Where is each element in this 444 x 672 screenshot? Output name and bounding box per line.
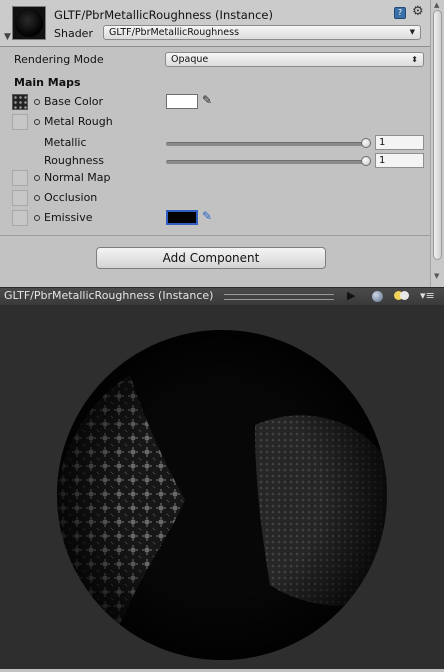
base-color-swatch[interactable]: [166, 94, 198, 109]
preview-sphere-icon[interactable]: [372, 291, 383, 302]
occlusion-texture-slot[interactable]: [12, 190, 28, 206]
preview-title: GLTF/PbrMetallicRoughness (Instance): [4, 289, 214, 302]
shader-label: Shader: [54, 27, 93, 40]
metallic-field[interactable]: 1: [375, 135, 424, 150]
rendering-mode-label: Rendering Mode: [14, 53, 104, 66]
normal-map-label: Normal Map: [44, 171, 111, 184]
shader-value: GLTF/PbrMetallicRoughness: [109, 27, 240, 38]
emissive-texture-slot[interactable]: [12, 210, 28, 226]
gear-icon[interactable]: ⚙: [412, 4, 424, 19]
play-icon[interactable]: ▶: [347, 289, 355, 302]
main-maps-header: Main Maps: [14, 76, 81, 89]
dropdown-arrow-icon: ▼: [409, 28, 415, 36]
occlusion-label: Occlusion: [44, 191, 98, 204]
roughness-field[interactable]: 1: [375, 153, 424, 168]
normal-map-texture-slot[interactable]: [12, 170, 28, 186]
sphere-thumbnail-icon: [15, 9, 43, 37]
preview-drag-handle[interactable]: [224, 294, 334, 300]
rendering-mode-dropdown[interactable]: Opaque ⬍: [165, 52, 424, 67]
roughness-slider-knob[interactable]: [361, 156, 371, 166]
material-preview-viewport[interactable]: [0, 305, 444, 669]
base-color-label: Base Color: [44, 95, 104, 108]
preview-toolbar: GLTF/PbrMetallicRoughness (Instance) ▶ ▾…: [0, 287, 444, 305]
light-icon[interactable]: [394, 291, 410, 302]
help-book-icon[interactable]: ?: [394, 7, 406, 19]
eyedropper-icon[interactable]: ✎: [202, 93, 212, 107]
scrollbar-thumb[interactable]: [433, 10, 442, 260]
emissive-color-swatch[interactable]: [166, 210, 198, 225]
scroll-up-icon[interactable]: ▲: [434, 1, 439, 9]
inspector-panel: ▼ GLTF/PbrMetallicRoughness (Instance) ?…: [0, 0, 444, 287]
metallic-slider-knob[interactable]: [361, 138, 371, 148]
texture-picker-icon[interactable]: [34, 215, 40, 221]
base-color-texture-slot[interactable]: [12, 94, 28, 110]
preview-sphere: [57, 330, 387, 660]
shader-dropdown[interactable]: GLTF/PbrMetallicRoughness ▼: [103, 25, 421, 40]
roughness-slider-track[interactable]: [166, 160, 366, 164]
updown-arrow-icon: ⬍: [411, 55, 418, 64]
preview-menu-icon[interactable]: ▾≡: [420, 289, 435, 302]
emissive-label: Emissive: [44, 211, 93, 224]
eyedropper-icon[interactable]: ✎: [202, 209, 212, 223]
material-thumbnail[interactable]: [12, 6, 46, 40]
metallic-label: Metallic: [44, 136, 87, 149]
material-title: GLTF/PbrMetallicRoughness (Instance): [54, 8, 273, 22]
texture-picker-icon[interactable]: [34, 195, 40, 201]
roughness-label: Roughness: [44, 154, 105, 167]
metal-rough-texture-slot[interactable]: [12, 114, 28, 130]
material-header: ▼ GLTF/PbrMetallicRoughness (Instance) ?…: [0, 0, 430, 47]
metallic-slider-track[interactable]: [166, 142, 366, 146]
texture-picker-icon[interactable]: [34, 175, 40, 181]
add-component-button[interactable]: Add Component: [96, 247, 326, 269]
metal-rough-label: Metal Rough: [44, 115, 113, 128]
divider: [0, 235, 430, 236]
texture-picker-icon[interactable]: [34, 119, 40, 125]
texture-picker-icon[interactable]: [34, 99, 40, 105]
inspector-scrollbar[interactable]: ▲ ▼: [430, 0, 444, 287]
foldout-arrow-icon[interactable]: ▼: [4, 32, 11, 42]
scroll-down-icon[interactable]: ▼: [434, 272, 439, 280]
rendering-mode-value: Opaque: [171, 54, 209, 65]
